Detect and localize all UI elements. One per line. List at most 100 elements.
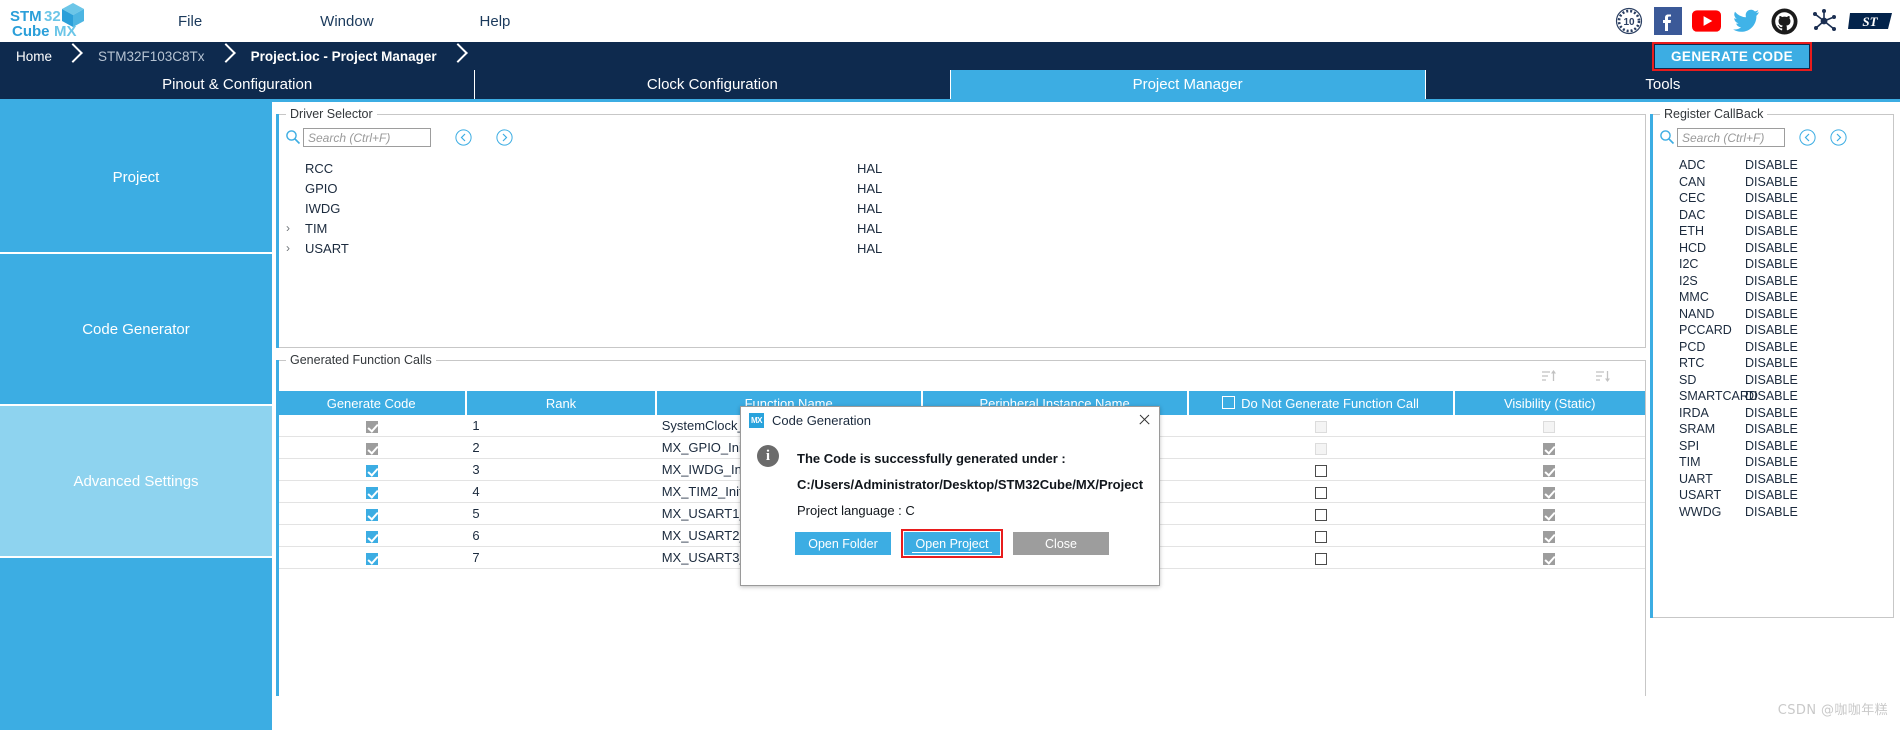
cell-do-not-generate[interactable] <box>1187 546 1454 569</box>
cell-visibility[interactable] <box>1453 546 1645 569</box>
list-item[interactable]: I2C DISABLE <box>1651 256 1893 273</box>
list-item[interactable]: SD DISABLE <box>1651 372 1893 389</box>
peripheral-state[interactable]: DISABLE <box>1745 455 1798 469</box>
column-rank[interactable]: Rank <box>466 391 657 415</box>
github-icon[interactable] <box>1770 7 1799 36</box>
do-not-generate-checkbox[interactable] <box>1314 552 1327 565</box>
peripheral-state[interactable]: DISABLE <box>1745 389 1798 403</box>
tab-project-manager[interactable]: Project Manager <box>950 70 1426 99</box>
cell-generate-code[interactable] <box>277 458 467 481</box>
peripheral-state[interactable]: DISABLE <box>1745 505 1798 519</box>
list-item[interactable]: TIM DISABLE <box>1651 454 1893 471</box>
youtube-icon[interactable] <box>1692 7 1721 36</box>
generate-code-checkbox[interactable] <box>365 552 378 565</box>
sidebar-item-code-generator[interactable]: Code Generator <box>0 254 272 406</box>
list-item[interactable]: USART DISABLE <box>1651 487 1893 504</box>
driver-search-input[interactable]: Search (Ctrl+F) <box>303 127 431 147</box>
register-callback-search-input[interactable]: Search (Ctrl+F) <box>1677 127 1785 147</box>
cell-visibility[interactable] <box>1453 458 1645 481</box>
sort-ascending-icon[interactable] <box>1541 369 1557 383</box>
peripheral-state[interactable]: DISABLE <box>1745 323 1798 337</box>
menu-help[interactable]: Help <box>470 13 521 30</box>
close-icon[interactable] <box>1135 411 1153 429</box>
cell-do-not-generate[interactable] <box>1187 480 1454 503</box>
generate-code-checkbox[interactable] <box>365 420 378 433</box>
peripheral-state[interactable]: DISABLE <box>1745 406 1798 420</box>
cell-do-not-generate[interactable] <box>1187 524 1454 547</box>
chevron-right-icon[interactable]: › <box>277 241 299 255</box>
driver-row[interactable]: › USART HAL <box>277 238 1645 258</box>
list-item[interactable]: DAC DISABLE <box>1651 207 1893 224</box>
twitter-icon[interactable] <box>1731 7 1760 36</box>
cell-visibility[interactable] <box>1453 524 1645 547</box>
driver-row[interactable]: RCC HAL <box>277 158 1645 178</box>
expand-all-icon[interactable] <box>496 128 513 146</box>
open-folder-button[interactable]: Open Folder <box>795 532 891 555</box>
cell-do-not-generate[interactable] <box>1187 458 1454 481</box>
peripheral-state[interactable]: DISABLE <box>1745 257 1798 271</box>
column-do-not-generate-function-call[interactable]: Do Not Generate Function Call <box>1187 391 1455 415</box>
tab-clock-configuration[interactable]: Clock Configuration <box>475 70 951 99</box>
peripheral-state[interactable]: DISABLE <box>1745 373 1798 387</box>
peripheral-state[interactable]: DISABLE <box>1745 224 1798 238</box>
generate-code-checkbox[interactable] <box>365 486 378 499</box>
cell-do-not-generate[interactable] <box>1187 415 1454 437</box>
peripheral-state[interactable]: DISABLE <box>1745 488 1798 502</box>
tab-pinout-configuration[interactable]: Pinout & Configuration <box>0 70 476 99</box>
peripheral-state[interactable]: DISABLE <box>1745 472 1798 486</box>
peripheral-state[interactable]: DISABLE <box>1745 158 1798 172</box>
list-item[interactable]: SRAM DISABLE <box>1651 421 1893 438</box>
collapse-all-icon[interactable] <box>455 128 472 146</box>
cell-generate-code[interactable] <box>277 415 467 437</box>
peripheral-state[interactable]: DISABLE <box>1745 208 1798 222</box>
list-item[interactable]: PCCARD DISABLE <box>1651 322 1893 339</box>
cell-generate-code[interactable] <box>277 502 467 525</box>
cell-visibility[interactable] <box>1453 502 1645 525</box>
list-item[interactable]: NAND DISABLE <box>1651 306 1893 323</box>
cell-visibility[interactable] <box>1453 480 1645 503</box>
breadcrumb-item-home[interactable]: Home <box>0 42 66 70</box>
list-item[interactable]: I2S DISABLE <box>1651 273 1893 290</box>
code-generation-dialog[interactable]: MX Code Generation i The Code is success… <box>740 406 1160 586</box>
ten-years-badge-icon[interactable]: 10 <box>1614 7 1643 36</box>
peripheral-state[interactable]: DISABLE <box>1745 340 1798 354</box>
column-generate-code[interactable]: Generate Code <box>277 391 468 415</box>
driver-row[interactable]: GPIO HAL <box>277 178 1645 198</box>
cell-visibility[interactable] <box>1453 415 1645 437</box>
generate-code-button[interactable]: GENERATE CODE <box>1655 44 1809 68</box>
peripheral-state[interactable]: DISABLE <box>1745 422 1798 436</box>
peripheral-state[interactable]: DISABLE <box>1745 356 1798 370</box>
peripheral-state[interactable]: DISABLE <box>1745 274 1798 288</box>
peripheral-state[interactable]: DISABLE <box>1745 175 1798 189</box>
open-project-button[interactable]: Open Project <box>904 532 1000 555</box>
list-item[interactable]: ETH DISABLE <box>1651 223 1893 240</box>
sort-descending-icon[interactable] <box>1595 369 1611 383</box>
list-item[interactable]: WWDG DISABLE <box>1651 504 1893 521</box>
facebook-icon[interactable] <box>1653 7 1682 36</box>
tab-tools[interactable]: Tools <box>1425 70 1900 99</box>
cell-visibility[interactable] <box>1453 436 1645 459</box>
peripheral-state[interactable]: DISABLE <box>1745 439 1798 453</box>
st-community-icon[interactable] <box>1809 7 1838 36</box>
sidebar-item-project[interactable]: Project <box>0 102 272 254</box>
list-item[interactable]: MMC DISABLE <box>1651 289 1893 306</box>
visibility-checkbox[interactable] <box>1543 442 1556 455</box>
driver-row[interactable]: IWDG HAL <box>277 198 1645 218</box>
list-item[interactable]: ADC DISABLE <box>1651 157 1893 174</box>
list-item[interactable]: SPI DISABLE <box>1651 438 1893 455</box>
visibility-checkbox[interactable] <box>1543 552 1556 565</box>
list-item[interactable]: HCD DISABLE <box>1651 240 1893 257</box>
expand-all-icon[interactable] <box>1830 128 1847 146</box>
driver-row[interactable]: › TIM HAL <box>277 218 1645 238</box>
cell-generate-code[interactable] <box>277 546 467 569</box>
do-not-generate-checkbox[interactable] <box>1314 442 1327 455</box>
peripheral-state[interactable]: DISABLE <box>1745 307 1798 321</box>
cell-generate-code[interactable] <box>277 436 467 459</box>
close-button[interactable]: Close <box>1013 532 1109 555</box>
visibility-checkbox[interactable] <box>1543 486 1556 499</box>
generate-code-checkbox[interactable] <box>365 530 378 543</box>
sidebar-item-advanced-settings[interactable]: Advanced Settings <box>0 406 272 558</box>
cell-do-not-generate[interactable] <box>1187 436 1454 459</box>
menu-file[interactable]: File <box>168 13 212 30</box>
visibility-checkbox[interactable] <box>1543 464 1556 477</box>
